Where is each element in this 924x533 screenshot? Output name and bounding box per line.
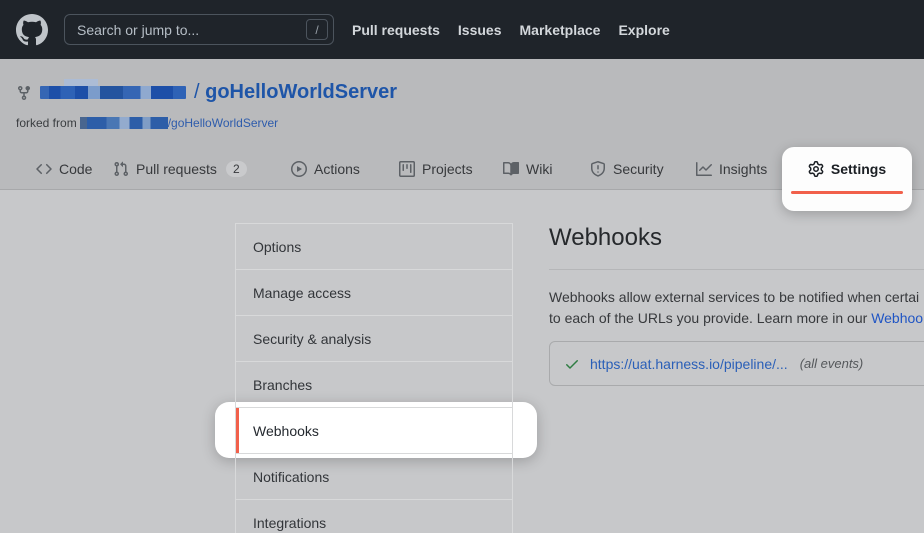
page-title: Webhooks <box>549 224 924 252</box>
repo-name-link[interactable]: goHelloWorldServer <box>205 81 397 103</box>
graph-icon <box>696 161 712 177</box>
tab-settings-spotlight[interactable]: Settings <box>782 147 912 211</box>
repo-title: / goHelloWorldServer <box>194 81 397 104</box>
settings-sidebar: Options Manage access Security & analysi… <box>235 223 513 533</box>
code-icon <box>36 161 52 177</box>
tab-label: Wiki <box>526 161 552 177</box>
sidebar-item-integrations[interactable]: Integrations <box>236 500 512 533</box>
description-line-2-text: to each of the URLs you provide. Learn m… <box>549 310 871 326</box>
check-icon <box>564 356 580 372</box>
gear-icon <box>808 161 824 177</box>
blurred-repo-owner <box>40 86 186 99</box>
forked-from-row: forked from /goHelloWorldServer <box>16 116 278 130</box>
webhook-list-item: https://uat.harness.io/pipeline/... (all… <box>549 341 924 386</box>
github-settings-page: / Pull requests Issues Marketplace Explo… <box>0 0 924 533</box>
shield-icon <box>590 161 606 177</box>
blurred-owner-fragment <box>64 79 98 86</box>
sidebar-item-label: Options <box>253 239 301 255</box>
webhooks-guide-link[interactable]: Webhoo <box>871 310 923 326</box>
title-divider <box>549 269 924 270</box>
sidebar-item-label: Security & analysis <box>253 331 371 347</box>
global-search: / <box>64 14 334 45</box>
webhooks-settings-main: Webhooks Webhooks allow external service… <box>549 224 924 386</box>
repo-header: / goHelloWorldServer forked from /goHell… <box>0 59 924 190</box>
sidebar-item-branches[interactable]: Branches <box>236 362 512 408</box>
sidebar-item-webhooks[interactable]: Webhooks <box>236 408 512 454</box>
tab-label: Settings <box>831 161 886 177</box>
tab-insights[interactable]: Insights <box>696 147 767 190</box>
repo-title-separator: / <box>194 81 200 103</box>
sidebar-item-label: Webhooks <box>253 423 319 439</box>
description-line-2: to each of the URLs you provide. Learn m… <box>549 308 924 329</box>
tab-security[interactable]: Security <box>590 147 664 190</box>
tab-projects[interactable]: Projects <box>399 147 473 190</box>
forked-from-label: forked from <box>16 116 77 130</box>
sidebar-item-label: Branches <box>253 377 312 393</box>
nav-issues[interactable]: Issues <box>458 22 502 38</box>
global-nav: Pull requests Issues Marketplace Explore <box>352 22 670 38</box>
webhooks-description: Webhooks allow external services to be n… <box>549 287 924 329</box>
tab-settings[interactable]: Settings <box>782 147 912 190</box>
play-icon <box>291 161 307 177</box>
tab-label: Insights <box>719 161 767 177</box>
slash-shortcut-label: / <box>315 23 318 37</box>
tab-label: Actions <box>314 161 360 177</box>
slash-shortcut-key: / <box>306 19 328 40</box>
tab-code[interactable]: Code <box>36 147 92 190</box>
webhook-events-scope: (all events) <box>800 356 864 371</box>
git-pull-request-icon <box>113 161 129 177</box>
webhook-url-link[interactable]: https://uat.harness.io/pipeline/... <box>590 356 788 372</box>
project-icon <box>399 161 415 177</box>
sidebar-item-label: Integrations <box>253 515 326 531</box>
nav-pull-requests[interactable]: Pull requests <box>352 22 440 38</box>
sidebar-item-options[interactable]: Options <box>236 224 512 270</box>
sidebar-item-notifications[interactable]: Notifications <box>236 454 512 500</box>
pull-requests-count-badge: 2 <box>226 161 247 177</box>
sidebar-item-label: Notifications <box>253 469 329 485</box>
blurred-fork-owner <box>80 117 168 129</box>
tab-label: Pull requests <box>136 161 217 177</box>
tab-label: Security <box>613 161 664 177</box>
tab-label: Code <box>59 161 92 177</box>
nav-marketplace[interactable]: Marketplace <box>520 22 601 38</box>
github-logo-icon[interactable] <box>16 14 48 46</box>
tab-wiki[interactable]: Wiki <box>503 147 552 190</box>
nav-explore[interactable]: Explore <box>618 22 669 38</box>
sidebar-item-label: Manage access <box>253 285 351 301</box>
fork-source-link[interactable]: /goHelloWorldServer <box>168 116 279 130</box>
tab-actions[interactable]: Actions <box>291 147 360 190</box>
global-header: / Pull requests Issues Marketplace Explo… <box>0 0 924 59</box>
tab-label: Projects <box>422 161 473 177</box>
sidebar-item-security-analysis[interactable]: Security & analysis <box>236 316 512 362</box>
active-tab-underline <box>791 191 903 194</box>
sidebar-item-manage-access[interactable]: Manage access <box>236 270 512 316</box>
search-input[interactable] <box>64 14 334 45</box>
book-icon <box>503 161 519 177</box>
repo-forked-icon <box>16 85 32 101</box>
description-line-1: Webhooks allow external services to be n… <box>549 287 924 308</box>
repo-tab-bar: Code Pull requests 2 Actions Projects Wi… <box>0 147 924 190</box>
tab-pull-requests[interactable]: Pull requests 2 <box>113 147 247 190</box>
